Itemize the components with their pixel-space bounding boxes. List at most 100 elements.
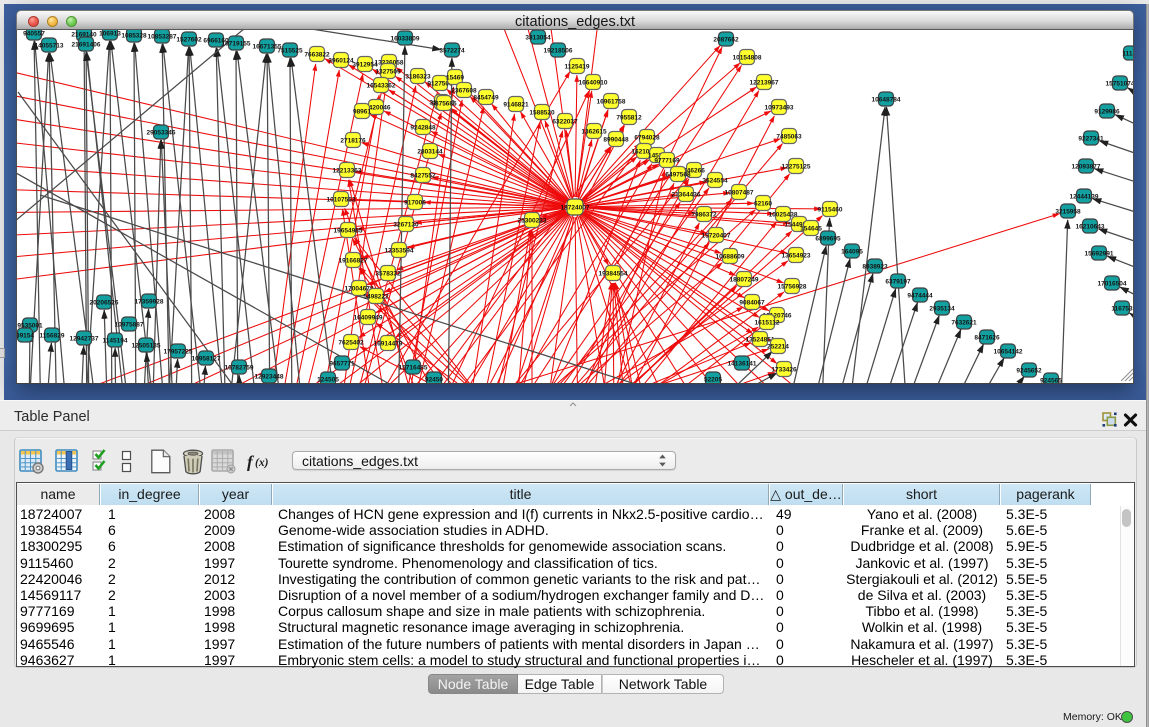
svg-text:9242848: 9242848 (410, 124, 436, 131)
svg-text:3578332: 3578332 (375, 270, 401, 277)
svg-text:1156829: 1156829 (40, 332, 65, 339)
svg-text:1733426: 1733426 (771, 366, 797, 373)
svg-text:10107553: 10107553 (327, 196, 356, 203)
svg-text:12444139: 12444139 (1070, 193, 1099, 200)
svg-text:16640910: 16640910 (579, 79, 608, 86)
svg-text:15720407: 15720407 (702, 232, 731, 239)
svg-text:3215958: 3215958 (1055, 208, 1081, 215)
svg-text:9115460: 9115460 (818, 206, 843, 213)
svg-text:19166827: 19166827 (339, 257, 368, 264)
svg-text:164095: 164095 (841, 248, 863, 255)
svg-text:15756928: 15756928 (778, 283, 807, 290)
svg-text:7625402: 7625402 (338, 339, 364, 346)
svg-text:18807249: 18807249 (730, 276, 759, 283)
svg-text:8427552: 8427552 (410, 172, 436, 179)
svg-text:17957225: 17957225 (164, 348, 193, 355)
svg-text:9777169: 9777169 (654, 157, 680, 164)
svg-text:16961758: 16961758 (597, 98, 626, 105)
svg-text:2935134: 2935134 (929, 305, 955, 312)
svg-text:14055713: 14055713 (35, 42, 64, 49)
svg-text:2087662: 2087662 (713, 36, 739, 43)
svg-text:3572274: 3572274 (439, 47, 465, 54)
svg-text:9657771: 9657771 (329, 360, 355, 367)
svg-text:3624554: 3624554 (702, 177, 728, 184)
svg-text:8990448: 8990448 (603, 136, 629, 143)
svg-text:21364436: 21364436 (672, 191, 701, 198)
svg-text:7485063: 7485063 (776, 133, 802, 140)
svg-text:52205: 52205 (704, 376, 722, 383)
svg-text:9245652: 9245652 (1016, 367, 1042, 374)
svg-text:3186323: 3186323 (405, 73, 431, 80)
svg-text:7663822: 7663822 (304, 51, 330, 58)
svg-text:15692991: 15692991 (1085, 250, 1114, 257)
svg-text:16033809: 16033809 (391, 35, 420, 42)
svg-text:10648784: 10648784 (872, 96, 901, 103)
svg-text:9084067: 9084067 (739, 299, 765, 306)
svg-text:f: f (247, 453, 255, 472)
svg-text:25300233: 25300233 (518, 217, 547, 224)
svg-text:19218506: 19218506 (544, 47, 573, 54)
svg-text:9474444: 9474444 (907, 292, 933, 299)
svg-text:2803144: 2803144 (417, 148, 443, 155)
svg-text:6794028: 6794028 (634, 134, 660, 141)
svg-text:29053346: 29053346 (147, 129, 176, 136)
svg-text:1145194: 1145194 (103, 337, 128, 344)
svg-text:5498222: 5498222 (363, 293, 389, 300)
svg-text:12213363: 12213363 (333, 167, 362, 174)
svg-text:924565: 924565 (1040, 377, 1062, 383)
svg-text:16543362: 16543362 (367, 82, 396, 89)
svg-text:2718176: 2718176 (340, 137, 366, 144)
svg-text:940557: 940557 (23, 30, 45, 37)
svg-text:39154: 39154 (17, 332, 34, 339)
svg-text:1125419: 1125419 (565, 63, 590, 70)
svg-text:1085328: 1085328 (121, 32, 147, 39)
svg-text:9227341: 9227341 (1078, 135, 1104, 142)
svg-text:12505135: 12505135 (132, 342, 161, 349)
svg-text:917006: 917006 (404, 199, 426, 206)
svg-text:12923448: 12923448 (255, 373, 284, 380)
svg-text:(x): (x) (255, 457, 269, 469)
svg-text:7632621: 7632621 (951, 319, 977, 326)
svg-text:62160: 62160 (754, 200, 772, 207)
svg-text:10853287: 10853287 (148, 33, 177, 40)
svg-text:10973493: 10973493 (765, 104, 794, 111)
svg-text:3813054: 3813054 (525, 34, 551, 41)
svg-text:16409949: 16409949 (354, 314, 383, 321)
svg-text:2367608: 2367608 (451, 87, 477, 94)
svg-text:17359928: 17359928 (135, 298, 164, 305)
svg-text:19654985: 19654985 (334, 227, 363, 234)
svg-text:17016504: 17016504 (1098, 280, 1127, 287)
svg-text:98961: 98961 (353, 108, 371, 115)
svg-text:154645: 154645 (800, 225, 822, 232)
svg-text:16782759: 16782759 (225, 364, 254, 371)
svg-text:12942737: 12942737 (70, 335, 99, 342)
svg-text:116753: 116753 (1111, 305, 1133, 312)
svg-text:21691406: 21691406 (72, 41, 101, 48)
svg-text:12093877: 12093877 (1072, 163, 1101, 170)
svg-text:19384554: 19384554 (599, 270, 628, 277)
svg-text:16914479: 16914479 (374, 340, 403, 347)
svg-text:1527602: 1527602 (176, 36, 202, 43)
svg-text:18724007: 18724007 (561, 204, 590, 211)
svg-text:10807487: 10807487 (725, 189, 754, 196)
svg-text:15469: 15469 (446, 74, 464, 81)
svg-text:10154808: 10154808 (733, 54, 762, 61)
svg-text:12213967: 12213967 (750, 79, 779, 86)
svg-text:6497568: 6497568 (665, 171, 691, 178)
svg-text:1588520: 1588520 (529, 109, 555, 116)
svg-text:10958127: 10958127 (192, 355, 221, 362)
svg-text:3960124: 3960124 (328, 57, 354, 64)
svg-text:1362615: 1362615 (581, 128, 607, 135)
svg-text:124505: 124505 (317, 376, 339, 383)
svg-text:92450: 92450 (425, 376, 443, 383)
svg-text:6379197: 6379197 (885, 278, 911, 285)
svg-text:14136141: 14136141 (728, 360, 757, 367)
svg-text:7955812: 7955812 (616, 114, 642, 121)
svg-text:9129986: 9129986 (1094, 108, 1120, 115)
svg-text:252214: 252214 (767, 343, 789, 350)
svg-text:8471626: 8471626 (974, 334, 1000, 341)
svg-text:1615112: 1615112 (755, 319, 780, 326)
svg-text:106913: 106913 (99, 30, 121, 37)
svg-text:7515525: 7515525 (277, 47, 303, 54)
svg-text:3267130: 3267130 (393, 221, 419, 228)
